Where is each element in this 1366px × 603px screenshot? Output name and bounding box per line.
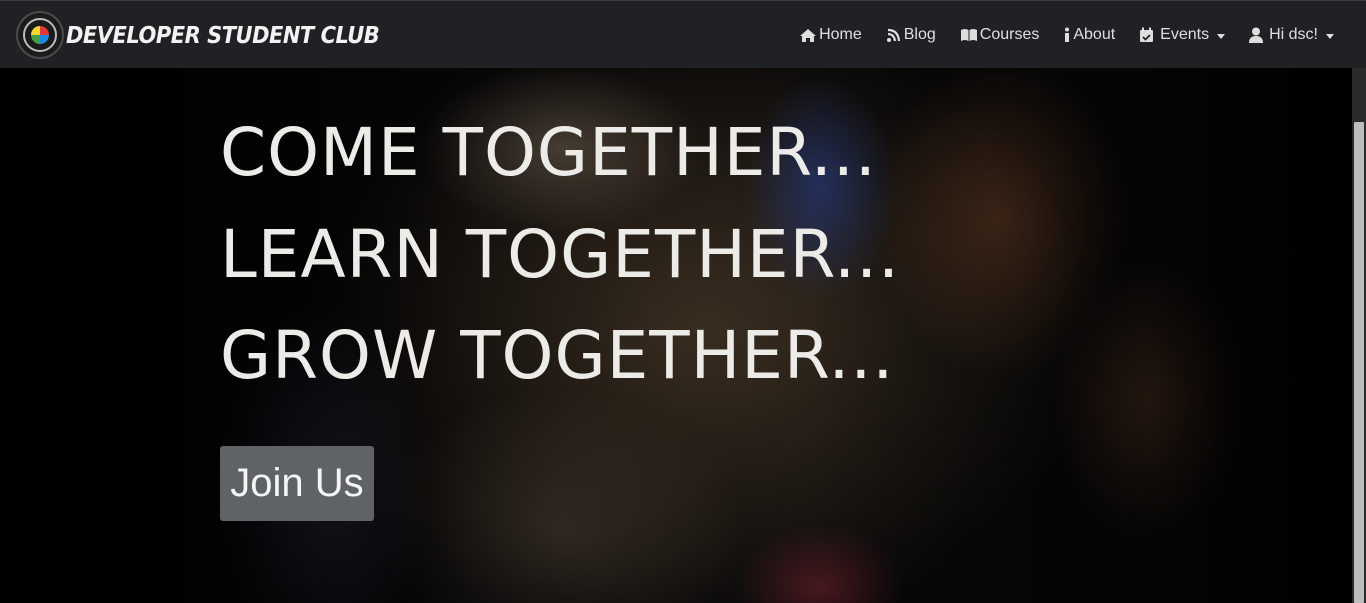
nav-item-label: Events <box>1160 26 1210 43</box>
hero-headline-line-3: GROW TOGETHER... <box>220 317 895 394</box>
nav-item-events[interactable]: Events <box>1131 26 1233 44</box>
nav-item-user[interactable]: Hi dsc! <box>1241 26 1342 44</box>
navbar: DEVELOPER STUDENT CLUB Home Blog Courses… <box>0 0 1366 68</box>
info-icon <box>1063 27 1073 43</box>
user-icon <box>1249 27 1265 43</box>
nav-item-blog[interactable]: Blog <box>878 26 944 44</box>
nav-item-label: Home <box>819 26 862 43</box>
nav-item-about[interactable]: About <box>1055 26 1123 44</box>
scrollbar-thumb[interactable] <box>1354 122 1364 603</box>
calendar-check-icon <box>1139 27 1156 43</box>
text-cursor-icon <box>346 536 356 552</box>
nav-item-label: Blog <box>903 26 936 43</box>
brand-title: DEVELOPER STUDENT CLUB <box>66 21 380 49</box>
dsc-logo <box>16 11 64 59</box>
nav-item-label: About <box>1073 26 1116 43</box>
hero-headline-line-1: COME TOGETHER... <box>220 114 877 191</box>
nav-item-label: Hi dsc! <box>1269 26 1318 43</box>
chevron-down-icon <box>1326 33 1334 39</box>
nav-item-courses[interactable]: Courses <box>952 26 1048 44</box>
book-icon <box>960 28 980 42</box>
nav-item-home[interactable]: Home <box>791 26 870 44</box>
home-icon <box>799 28 819 43</box>
chevron-down-icon <box>1217 33 1226 39</box>
blog-icon <box>886 28 904 43</box>
nav-item-label: Courses <box>979 26 1040 43</box>
brand-link[interactable]: DEVELOPER STUDENT CLUB <box>16 10 380 60</box>
page-scrollbar[interactable] <box>1352 68 1366 603</box>
main-nav: Home Blog Courses About Events Hi dsc! <box>783 1 1342 69</box>
hero-headline-line-2: LEARN TOGETHER... <box>220 216 901 293</box>
join-us-button[interactable]: Join Us <box>220 446 374 521</box>
